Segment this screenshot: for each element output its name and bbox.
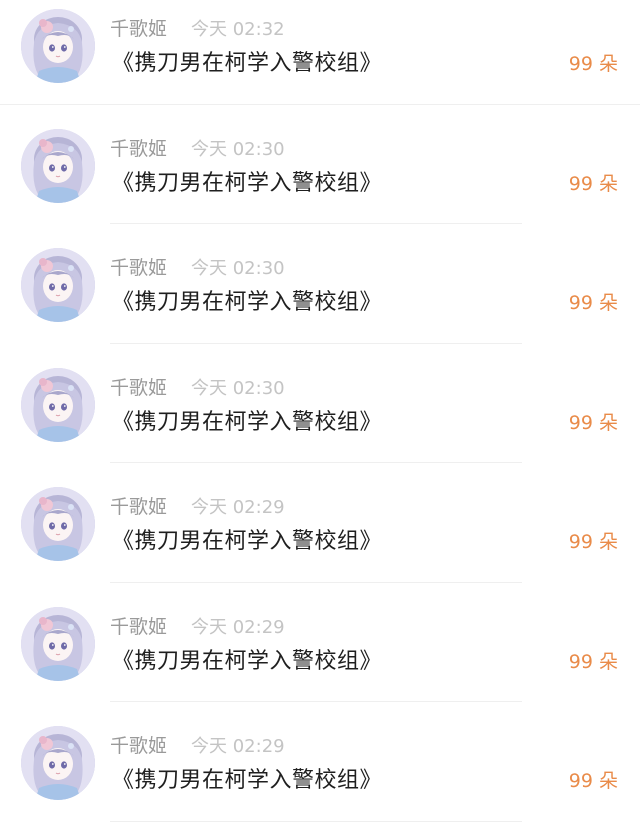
flower-count: 99 朵 [568,531,618,553]
timestamp: 今天 02:30 [191,258,285,279]
timestamp: 今天 02:29 [191,497,285,518]
flower-count: 99 朵 [568,53,618,75]
anime-girl-avatar-icon [21,128,95,203]
list-item[interactable]: 千歌姬 今天 02:30 《携刀男在柯学入警校组》 99 朵 [0,359,640,479]
timestamp: 今天 02:30 [191,377,285,399]
book-title[interactable]: 《携刀男在柯学入警校组》 [112,643,382,675]
anime-girl-avatar-icon [21,9,95,83]
flower-count: 99 朵 [568,650,618,673]
username[interactable]: 千歌姬 [110,14,167,41]
avatar[interactable] [21,726,95,800]
list-item[interactable]: 千歌姬 今天 02:32 《携刀男在柯学入警校组》 99 朵 [0,0,640,120]
anime-girl-avatar-icon [21,487,95,561]
flower-count: 99 朵 [568,770,618,792]
username[interactable]: 千歌姬 [110,492,167,519]
timestamp: 今天 02:32 [191,19,285,40]
anime-girl-avatar-icon [21,367,95,442]
avatar[interactable] [21,606,95,681]
divider [0,103,640,105]
book-title[interactable]: 《携刀男在柯学入警校组》 [112,45,382,77]
flower-count: 99 朵 [568,292,618,314]
avatar[interactable] [21,487,95,561]
flower-count: 99 朵 [568,411,618,434]
divider [110,820,522,822]
list-item[interactable]: 千歌姬 今天 02:29 《携刀男在柯学入警校组》 99 朵 [0,717,640,837]
gift-record-list: 千歌姬 今天 02:32 《携刀男在柯学入警校组》 99 朵 千歌姬 今天 02… [0,0,640,837]
flower-count: 99 朵 [568,172,618,195]
username[interactable]: 千歌姬 [110,253,167,280]
avatar[interactable] [21,367,95,442]
divider [110,342,522,344]
list-item[interactable]: 千歌姬 今天 02:30 《携刀男在柯学入警校组》 99 朵 [0,239,640,359]
book-title[interactable]: 《携刀男在柯学入警校组》 [112,404,382,436]
book-title[interactable]: 《携刀男在柯学入警校组》 [112,165,382,197]
divider [110,462,522,463]
book-title[interactable]: 《携刀男在柯学入警校组》 [112,284,382,316]
avatar[interactable] [21,9,95,83]
timestamp: 今天 02:30 [191,138,285,160]
divider [110,701,522,702]
username[interactable]: 千歌姬 [110,731,167,758]
avatar[interactable] [21,248,95,322]
timestamp: 今天 02:29 [191,616,285,638]
list-item[interactable]: 千歌姬 今天 02:30 《携刀男在柯学入警校组》 99 朵 [0,120,640,240]
username[interactable]: 千歌姬 [110,134,167,161]
username[interactable]: 千歌姬 [110,373,167,400]
list-item[interactable]: 千歌姬 今天 02:29 《携刀男在柯学入警校组》 99 朵 [0,598,640,718]
username[interactable]: 千歌姬 [110,612,167,639]
timestamp: 今天 02:29 [191,736,285,757]
book-title[interactable]: 《携刀男在柯学入警校组》 [112,762,382,794]
anime-girl-avatar-icon [21,606,95,681]
list-item[interactable]: 千歌姬 今天 02:29 《携刀男在柯学入警校组》 99 朵 [0,478,640,598]
anime-girl-avatar-icon [21,726,95,800]
anime-girl-avatar-icon [21,248,95,322]
book-title[interactable]: 《携刀男在柯学入警校组》 [112,523,382,555]
divider [110,223,522,224]
avatar[interactable] [21,128,95,203]
divider [110,581,522,583]
